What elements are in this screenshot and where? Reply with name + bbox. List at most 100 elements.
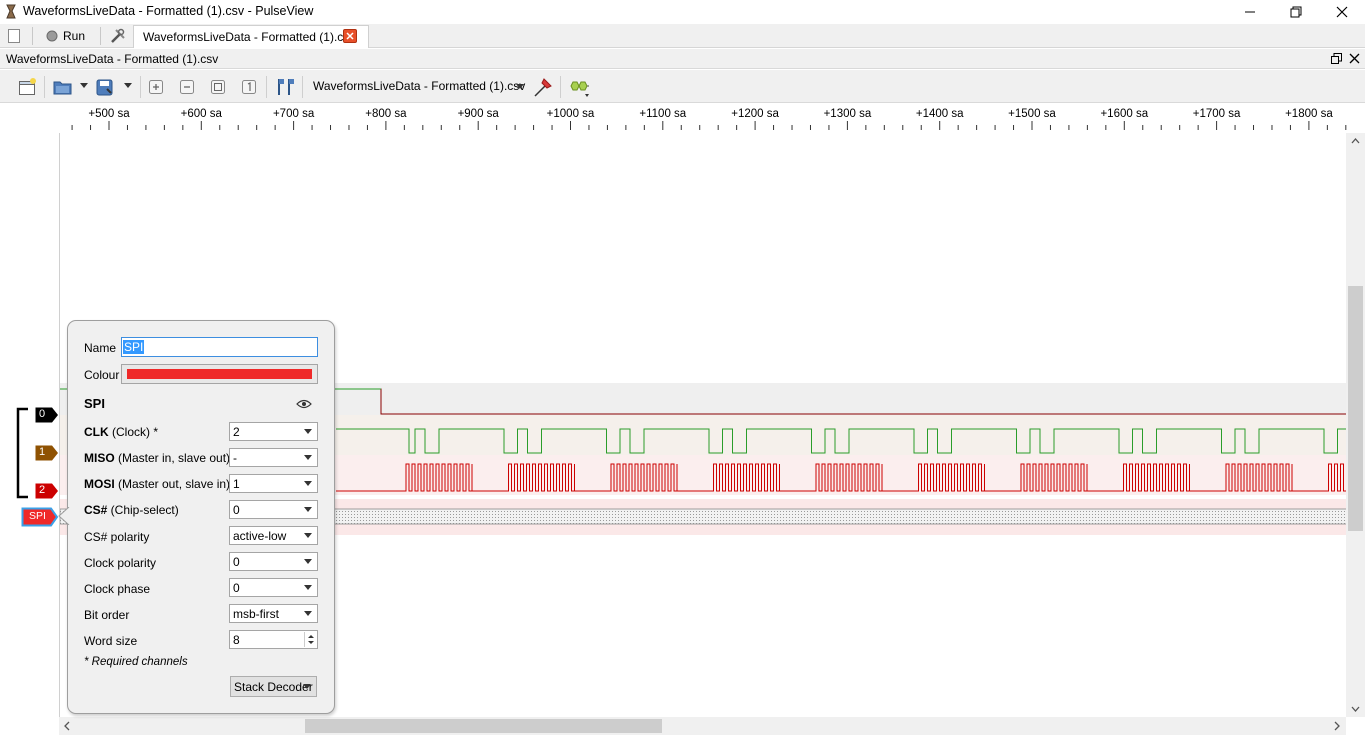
tab-session[interactable]: WaveformsLiveData - Formatted (1).csv	[133, 25, 369, 48]
session-tab-bar: Run WaveformsLiveData - Formatted (1).cs…	[0, 24, 1365, 48]
clk-channel-select[interactable]: 2	[229, 422, 318, 441]
close-view-button[interactable]	[1349, 53, 1360, 64]
spin-arrows-icon[interactable]	[305, 632, 317, 647]
horizontal-scrollbar[interactable]	[59, 717, 1346, 735]
option-row-cs-polarity: CS# polarity active-low	[68, 526, 336, 552]
separator	[266, 76, 267, 98]
close-icon	[1349, 53, 1360, 64]
close-window-button[interactable]	[1319, 0, 1365, 24]
name-label: Name	[84, 341, 117, 355]
save-button[interactable]	[94, 76, 116, 98]
ruler-ticks: +500 sa +600 sa +700 sa +800 sa +900 sa +1000…	[71, 108, 1347, 130]
separator	[32, 27, 33, 45]
option-row-clock-polarity: Clock polarity 0	[68, 552, 336, 578]
clock-polarity-select[interactable]: 0	[229, 552, 318, 571]
bit-order-select[interactable]: msb-first	[229, 604, 318, 623]
mosi-channel-select[interactable]: 1	[229, 474, 318, 493]
scroll-down-icon[interactable]	[1351, 705, 1360, 713]
word-size-spinbox[interactable]: 8	[229, 630, 318, 649]
option-row-word-size: Word size 8	[68, 630, 336, 656]
clk-label: CLK (Clock) *	[84, 425, 158, 439]
time-ruler[interactable]: +500 sa +600 sa +700 sa +800 sa +900 sa +1000…	[59, 103, 1350, 133]
colour-swatch	[127, 369, 312, 379]
cs-name: CS#	[84, 503, 108, 517]
clock-phase-label: Clock phase	[84, 582, 151, 596]
run-button[interactable]: Run	[46, 27, 85, 45]
zoom-out-icon	[180, 80, 194, 94]
stack-decoder-button[interactable]: Stack Decoder	[230, 676, 317, 697]
minimize-button[interactable]	[1227, 0, 1273, 24]
scroll-left-icon[interactable]	[63, 721, 71, 731]
channel-label-2[interactable]: 2	[35, 483, 59, 502]
device-dropdown-arrow[interactable]	[516, 84, 524, 89]
colour-button[interactable]	[121, 364, 318, 384]
device-selector-label: WaveformsLiveData - Formatted (1).csv	[313, 79, 526, 93]
decoder-properties-popup: Name SPI Colour SPI CLK (Clock) * 2 MISO…	[58, 320, 336, 714]
new-view-button[interactable]	[16, 76, 38, 98]
vertical-scroll-thumb[interactable]	[1348, 286, 1363, 531]
option-row-bit-order: Bit order msb-first	[68, 604, 336, 630]
decoder-label-spi[interactable]: SPI	[21, 507, 59, 530]
restore-button[interactable]	[1273, 0, 1319, 24]
miso-channel-select[interactable]: -	[229, 448, 318, 467]
separator	[560, 76, 561, 98]
main-toolbar: WaveformsLiveData - Formatted (1).csv	[0, 70, 1365, 103]
vertical-scrollbar[interactable]	[1346, 133, 1365, 717]
miso-label: MISO (Master in, slave out)	[84, 451, 230, 465]
bit-order-label: Bit order	[84, 608, 130, 622]
device-selector[interactable]: WaveformsLiveData - Formatted (1).csv	[313, 79, 525, 93]
clock-phase-select[interactable]: 0	[229, 578, 318, 597]
chevron-down-icon	[304, 533, 312, 538]
separator	[44, 76, 45, 98]
cs-desc: (Chip-select)	[107, 503, 179, 517]
name-field-value: SPI	[123, 340, 145, 354]
spin-buttons[interactable]	[304, 632, 316, 647]
zoom-fit-button[interactable]	[207, 76, 229, 98]
scroll-right-icon[interactable]	[1333, 721, 1341, 731]
channel-header-column: 0 1 2 SPI	[0, 133, 59, 717]
zoom-in-button[interactable]	[145, 76, 167, 98]
miso-name: MISO	[84, 451, 115, 465]
channel-label-1[interactable]: 1	[35, 445, 59, 464]
open-dropdown-arrow[interactable]	[80, 83, 88, 88]
new-session-button[interactable]	[6, 28, 22, 44]
miso-channel-value: -	[233, 451, 237, 465]
close-tab-button[interactable]	[343, 29, 357, 43]
colour-label: Colour	[84, 368, 120, 382]
cs-polarity-select[interactable]: active-low	[229, 526, 318, 545]
settings-button[interactable]	[110, 28, 126, 44]
new-view-icon	[19, 78, 36, 95]
zoom-out-button[interactable]	[176, 76, 198, 98]
mosi-name: MOSI	[84, 477, 115, 491]
ruler-label: +1800 sa	[1285, 108, 1333, 120]
word-size-label: Word size	[84, 634, 138, 648]
restore-icon	[1290, 6, 1302, 18]
chevron-down-icon	[304, 429, 312, 434]
undock-button[interactable]	[1331, 53, 1342, 64]
cs-channel-select[interactable]: 0	[229, 500, 318, 519]
clk-desc: (Clock) *	[108, 425, 159, 439]
mosi-desc: (Master out, slave in)	[114, 477, 231, 491]
ruler-label: +700 sa	[273, 108, 315, 120]
horizontal-scroll-thumb[interactable]	[305, 719, 662, 733]
open-button[interactable]	[52, 76, 74, 98]
show-hide-eye-icon[interactable]	[296, 398, 312, 410]
clk-name: CLK	[84, 425, 109, 439]
scroll-up-icon[interactable]	[1351, 137, 1360, 145]
name-field[interactable]: SPI	[121, 337, 318, 357]
save-dropdown-arrow[interactable]	[124, 83, 132, 88]
zoom-one-to-one-button[interactable]	[238, 76, 260, 98]
decoder-title: SPI	[84, 396, 105, 411]
run-label: Run	[63, 29, 86, 43]
bit-order-value: msb-first	[233, 607, 279, 621]
ruler-label: +600 sa	[181, 108, 223, 120]
miso-desc: (Master in, slave out)	[114, 451, 231, 465]
add-decoder-button[interactable]	[568, 76, 590, 98]
new-document-icon	[8, 29, 20, 43]
channel-label-0[interactable]: 0	[35, 407, 59, 426]
configure-device-button[interactable]	[532, 76, 554, 98]
zoom-in-icon	[149, 80, 163, 94]
cs-channel-value: 0	[233, 503, 240, 517]
cursor-button[interactable]	[274, 76, 296, 98]
ruler-label: +500 sa	[88, 108, 130, 120]
